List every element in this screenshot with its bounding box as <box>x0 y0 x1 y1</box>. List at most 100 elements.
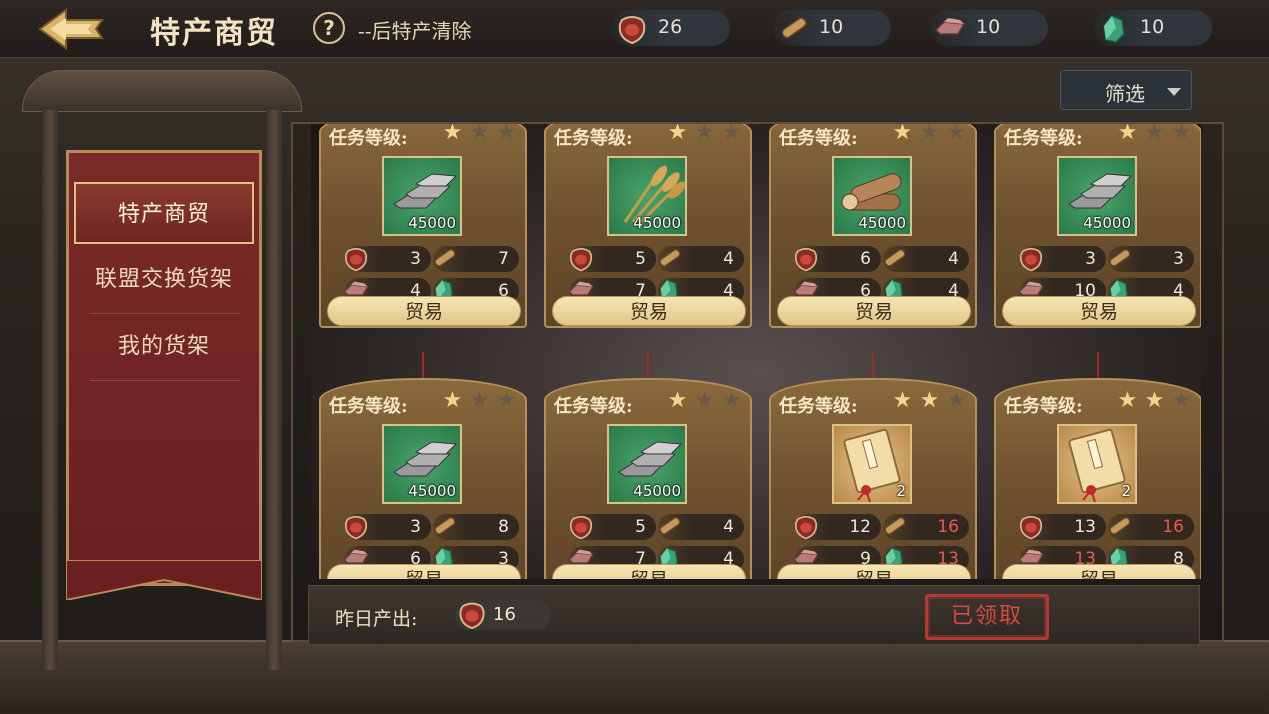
specialty-jar-icon <box>459 602 485 630</box>
resource-value: 26 <box>658 16 683 38</box>
yesterday-output-value: 16 <box>493 604 516 625</box>
task-level-label: 任务等级: <box>554 396 633 417</box>
silver-ingot-icon[interactable]: 45000 <box>382 156 462 236</box>
item-amount: 45000 <box>858 214 906 232</box>
cost-value: 3 <box>1085 249 1096 269</box>
divider <box>90 380 240 381</box>
item-amount: 45000 <box>408 214 456 232</box>
cost-wood: 4 <box>658 246 744 272</box>
iron-ingot-icon <box>934 18 966 35</box>
resource-jade-ore: 10 <box>1094 10 1212 46</box>
specialty-jar-icon <box>618 16 646 45</box>
trade-button[interactable]: 贸易 <box>552 564 746 579</box>
level-stars: ★ ★ ★ <box>439 390 529 414</box>
chevron-down-icon <box>1167 88 1181 96</box>
cost-value: 6 <box>860 249 871 269</box>
trade-button[interactable]: 贸易 <box>1002 564 1196 579</box>
cost-value: 4 <box>723 517 734 537</box>
help-text: --后特产清除 <box>358 19 472 43</box>
cost-value: 13 <box>1074 517 1096 537</box>
cost-value: 12 <box>849 517 871 537</box>
trade-button[interactable]: 贸易 <box>327 296 521 326</box>
item-amount: 45000 <box>1083 214 1131 232</box>
star-icon: ★ <box>919 124 940 145</box>
game-screen: 特产商贸 ? --后特产清除 26 10 10 10 筛选 特产商贸 联盟交换货… <box>0 0 1269 714</box>
wood-log-icon <box>659 517 681 535</box>
star-icon: ★ <box>1171 388 1192 413</box>
star-icon: ★ <box>892 124 913 145</box>
level-stars: ★ ★ ★ <box>889 390 979 414</box>
help-icon[interactable]: ? <box>313 12 345 44</box>
trade-button[interactable]: 贸易 <box>327 564 521 579</box>
cost-wood: 4 <box>658 514 744 540</box>
cost-jar: 12 <box>794 514 881 540</box>
jade-ore-icon <box>1103 15 1125 43</box>
task-level-label: 任务等级: <box>779 128 858 149</box>
star-icon: ★ <box>1144 124 1165 145</box>
specialty-jar-icon <box>1019 516 1043 540</box>
scroll-book-icon[interactable]: 2 <box>832 424 912 504</box>
trade-button[interactable]: 贸易 <box>1002 296 1196 326</box>
hanging-rope <box>647 352 649 380</box>
trade-card: 任务等级:★★★21216913贸易 <box>769 378 977 579</box>
cost-value: 5 <box>635 249 646 269</box>
sidebar-item-alliance-exchange[interactable]: 联盟交换货架 <box>74 249 254 311</box>
specialty-jar-icon <box>569 248 593 272</box>
cost-value: 8 <box>498 517 509 537</box>
wood-log-icon <box>659 249 681 267</box>
wheat-icon[interactable]: 45000 <box>607 156 687 236</box>
sidebar-item-specialty-trade[interactable]: 特产商贸 <box>74 182 254 244</box>
cost-wood: 3 <box>1108 246 1194 272</box>
cost-value: 3 <box>410 517 421 537</box>
card-grid: 任务等级: ★ ★ ★ 45000 3 7 4 6 贸易 任务等级: ★ ★ ★ 45000 5 4 7 4 贸易 任务… <box>311 124 1201 579</box>
level-stars: ★ ★ ★ <box>664 124 754 146</box>
cost-jar: 13 <box>1019 514 1106 540</box>
cost-value: 7 <box>498 249 509 269</box>
cost-value: 3 <box>410 249 421 269</box>
resource-wood-log: 10 <box>773 10 891 46</box>
wood-log-icon <box>1109 517 1131 535</box>
hanging-rope <box>1097 352 1099 380</box>
trade-card: 任务等级:★★★21316138贸易 <box>994 378 1201 579</box>
stand-roof <box>22 70 302 112</box>
specialty-jar-icon <box>794 516 818 540</box>
specialty-jar-icon <box>794 248 818 272</box>
silver-ingot-icon[interactable]: 45000 <box>382 424 462 504</box>
trade-button[interactable]: 贸易 <box>552 296 746 326</box>
cost-value: 4 <box>948 249 959 269</box>
scroll-book-icon[interactable]: 2 <box>1057 424 1137 504</box>
star-icon: ★ <box>442 124 463 145</box>
silver-ingot-icon[interactable]: 45000 <box>607 424 687 504</box>
cost-jar: 3 <box>1019 246 1106 272</box>
star-icon: ★ <box>892 388 913 413</box>
star-icon: ★ <box>1144 388 1165 413</box>
item-amount: 2 <box>1121 482 1131 500</box>
divider <box>90 313 240 314</box>
resource-iron-ingot: 10 <box>930 10 1048 46</box>
logs-icon[interactable]: 45000 <box>832 156 912 236</box>
star-icon: ★ <box>442 388 463 413</box>
banner-tail <box>66 560 262 600</box>
specialty-jar-icon <box>1019 248 1043 272</box>
level-stars: ★ ★ ★ <box>664 390 754 414</box>
wood-log-icon <box>434 517 456 535</box>
sidebar-item-my-shelf[interactable]: 我的货架 <box>74 316 254 378</box>
back-arrow-icon[interactable] <box>36 6 106 52</box>
wood-log-icon <box>884 249 906 267</box>
trade-button[interactable]: 贸易 <box>777 296 971 326</box>
item-amount: 45000 <box>408 482 456 500</box>
silver-ingot-icon[interactable]: 45000 <box>1057 156 1137 236</box>
cost-value: 16 <box>1162 517 1184 537</box>
filter-dropdown[interactable]: 筛选 <box>1060 70 1192 110</box>
star-icon: ★ <box>694 388 715 413</box>
claimed-stamp: 已领取 <box>925 594 1049 640</box>
resource-value: 10 <box>819 16 844 38</box>
specialty-jar-icon <box>569 516 593 540</box>
task-level-label: 任务等级: <box>329 128 408 149</box>
task-level-label: 任务等级: <box>554 128 633 149</box>
top-bar: 特产商贸 ? --后特产清除 26 10 10 10 <box>0 0 1269 58</box>
wood-log-icon <box>434 249 456 267</box>
item-amount: 2 <box>896 482 906 500</box>
level-stars: ★ ★ ★ <box>889 124 979 146</box>
trade-button[interactable]: 贸易 <box>777 564 971 579</box>
